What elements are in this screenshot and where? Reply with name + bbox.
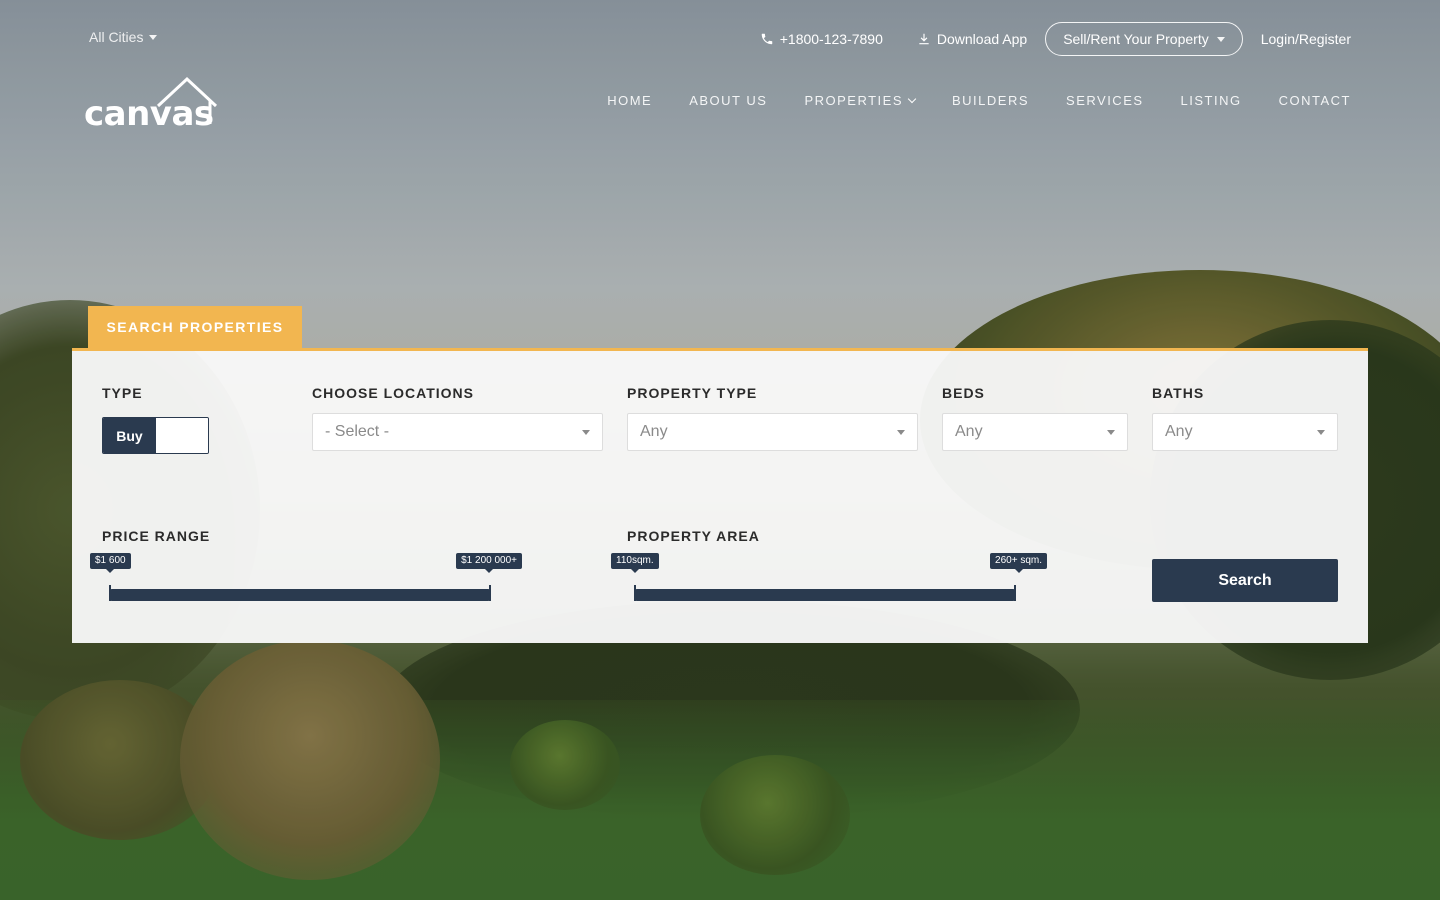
nav-about-us[interactable]: ABOUT US (689, 93, 767, 108)
top-right-links: +1800-123-7890 Download App Sell/Rent Yo… (760, 22, 1351, 56)
download-app-link[interactable]: Download App (917, 31, 1027, 47)
sell-rent-button[interactable]: Sell/Rent Your Property (1045, 22, 1243, 56)
caret-down-icon (1216, 36, 1225, 42)
locations-select[interactable]: - Select - (312, 413, 603, 451)
property-area-slider[interactable]: 110sqm. 260+ sqm. (611, 553, 1047, 613)
phone-link[interactable]: +1800-123-7890 (760, 31, 883, 47)
nav-properties[interactable]: PROPERTIES (804, 93, 917, 108)
login-register-link[interactable]: Login/Register (1261, 31, 1351, 47)
caret-down-icon (149, 34, 158, 40)
search-panel: TYPE Buy CHOOSE LOCATIONS - Select - PRO… (72, 348, 1368, 643)
download-icon (919, 33, 929, 45)
beds-value: Any (955, 423, 983, 440)
type-option-other[interactable] (156, 418, 208, 453)
property-type-select[interactable]: Any (627, 413, 918, 451)
sell-rent-label: Sell/Rent Your Property (1063, 31, 1209, 47)
search-button[interactable]: Search (1152, 559, 1338, 602)
top-bar: All Cities +1800-123-7890 Download App S… (0, 0, 1440, 76)
type-toggle[interactable]: Buy (102, 417, 209, 454)
area-max-tooltip: 260+ sqm. (990, 553, 1047, 573)
city-selector-label: All Cities (89, 29, 144, 45)
nav-properties-label: PROPERTIES (804, 93, 903, 108)
chevron-down-icon (907, 94, 917, 104)
locations-value: - Select - (325, 423, 390, 440)
price-range-track[interactable] (109, 585, 491, 601)
download-app-label: Download App (936, 31, 1028, 47)
property-type-label: PROPERTY TYPE (627, 385, 758, 401)
price-min-tooltip: $1 600 (90, 553, 131, 573)
baths-select[interactable]: Any (1152, 413, 1338, 451)
nav-listing[interactable]: LISTING (1181, 93, 1242, 108)
beds-label: BEDS (942, 385, 985, 401)
phone-number: +1800-123-7890 (779, 31, 883, 47)
city-selector[interactable]: All Cities (89, 29, 158, 45)
price-range-label: PRICE RANGE (102, 528, 211, 544)
caret-down-icon (897, 429, 905, 435)
baths-value: Any (1165, 423, 1193, 440)
property-area-label: PROPERTY AREA (627, 528, 760, 544)
search-properties-tab[interactable]: SEARCH PROPERTIES (88, 306, 302, 348)
type-label: TYPE (102, 385, 143, 401)
main-nav: HOME ABOUT US PROPERTIES BUILDERS SERVIC… (607, 93, 1351, 108)
price-max-tooltip: $1 200 000+ (456, 553, 522, 573)
logo[interactable]: canvas (84, 76, 224, 134)
caret-down-icon (1107, 429, 1115, 435)
locations-label: CHOOSE LOCATIONS (312, 385, 474, 401)
phone-icon (761, 33, 772, 45)
nav-home[interactable]: HOME (607, 93, 652, 108)
caret-down-icon (1317, 429, 1325, 435)
baths-label: BATHS (1152, 385, 1205, 401)
property-area-track[interactable] (634, 585, 1016, 601)
nav-services[interactable]: SERVICES (1066, 93, 1144, 108)
nav-builders[interactable]: BUILDERS (952, 93, 1029, 108)
logo-text: canvas (84, 94, 214, 134)
caret-down-icon (582, 429, 590, 435)
price-range-slider[interactable]: $1 600 $1 200 000+ (90, 553, 522, 613)
area-min-tooltip: 110sqm. (611, 553, 659, 573)
property-type-value: Any (640, 423, 668, 440)
nav-contact[interactable]: CONTACT (1279, 93, 1351, 108)
type-option-buy[interactable]: Buy (103, 418, 156, 453)
beds-select[interactable]: Any (942, 413, 1128, 451)
